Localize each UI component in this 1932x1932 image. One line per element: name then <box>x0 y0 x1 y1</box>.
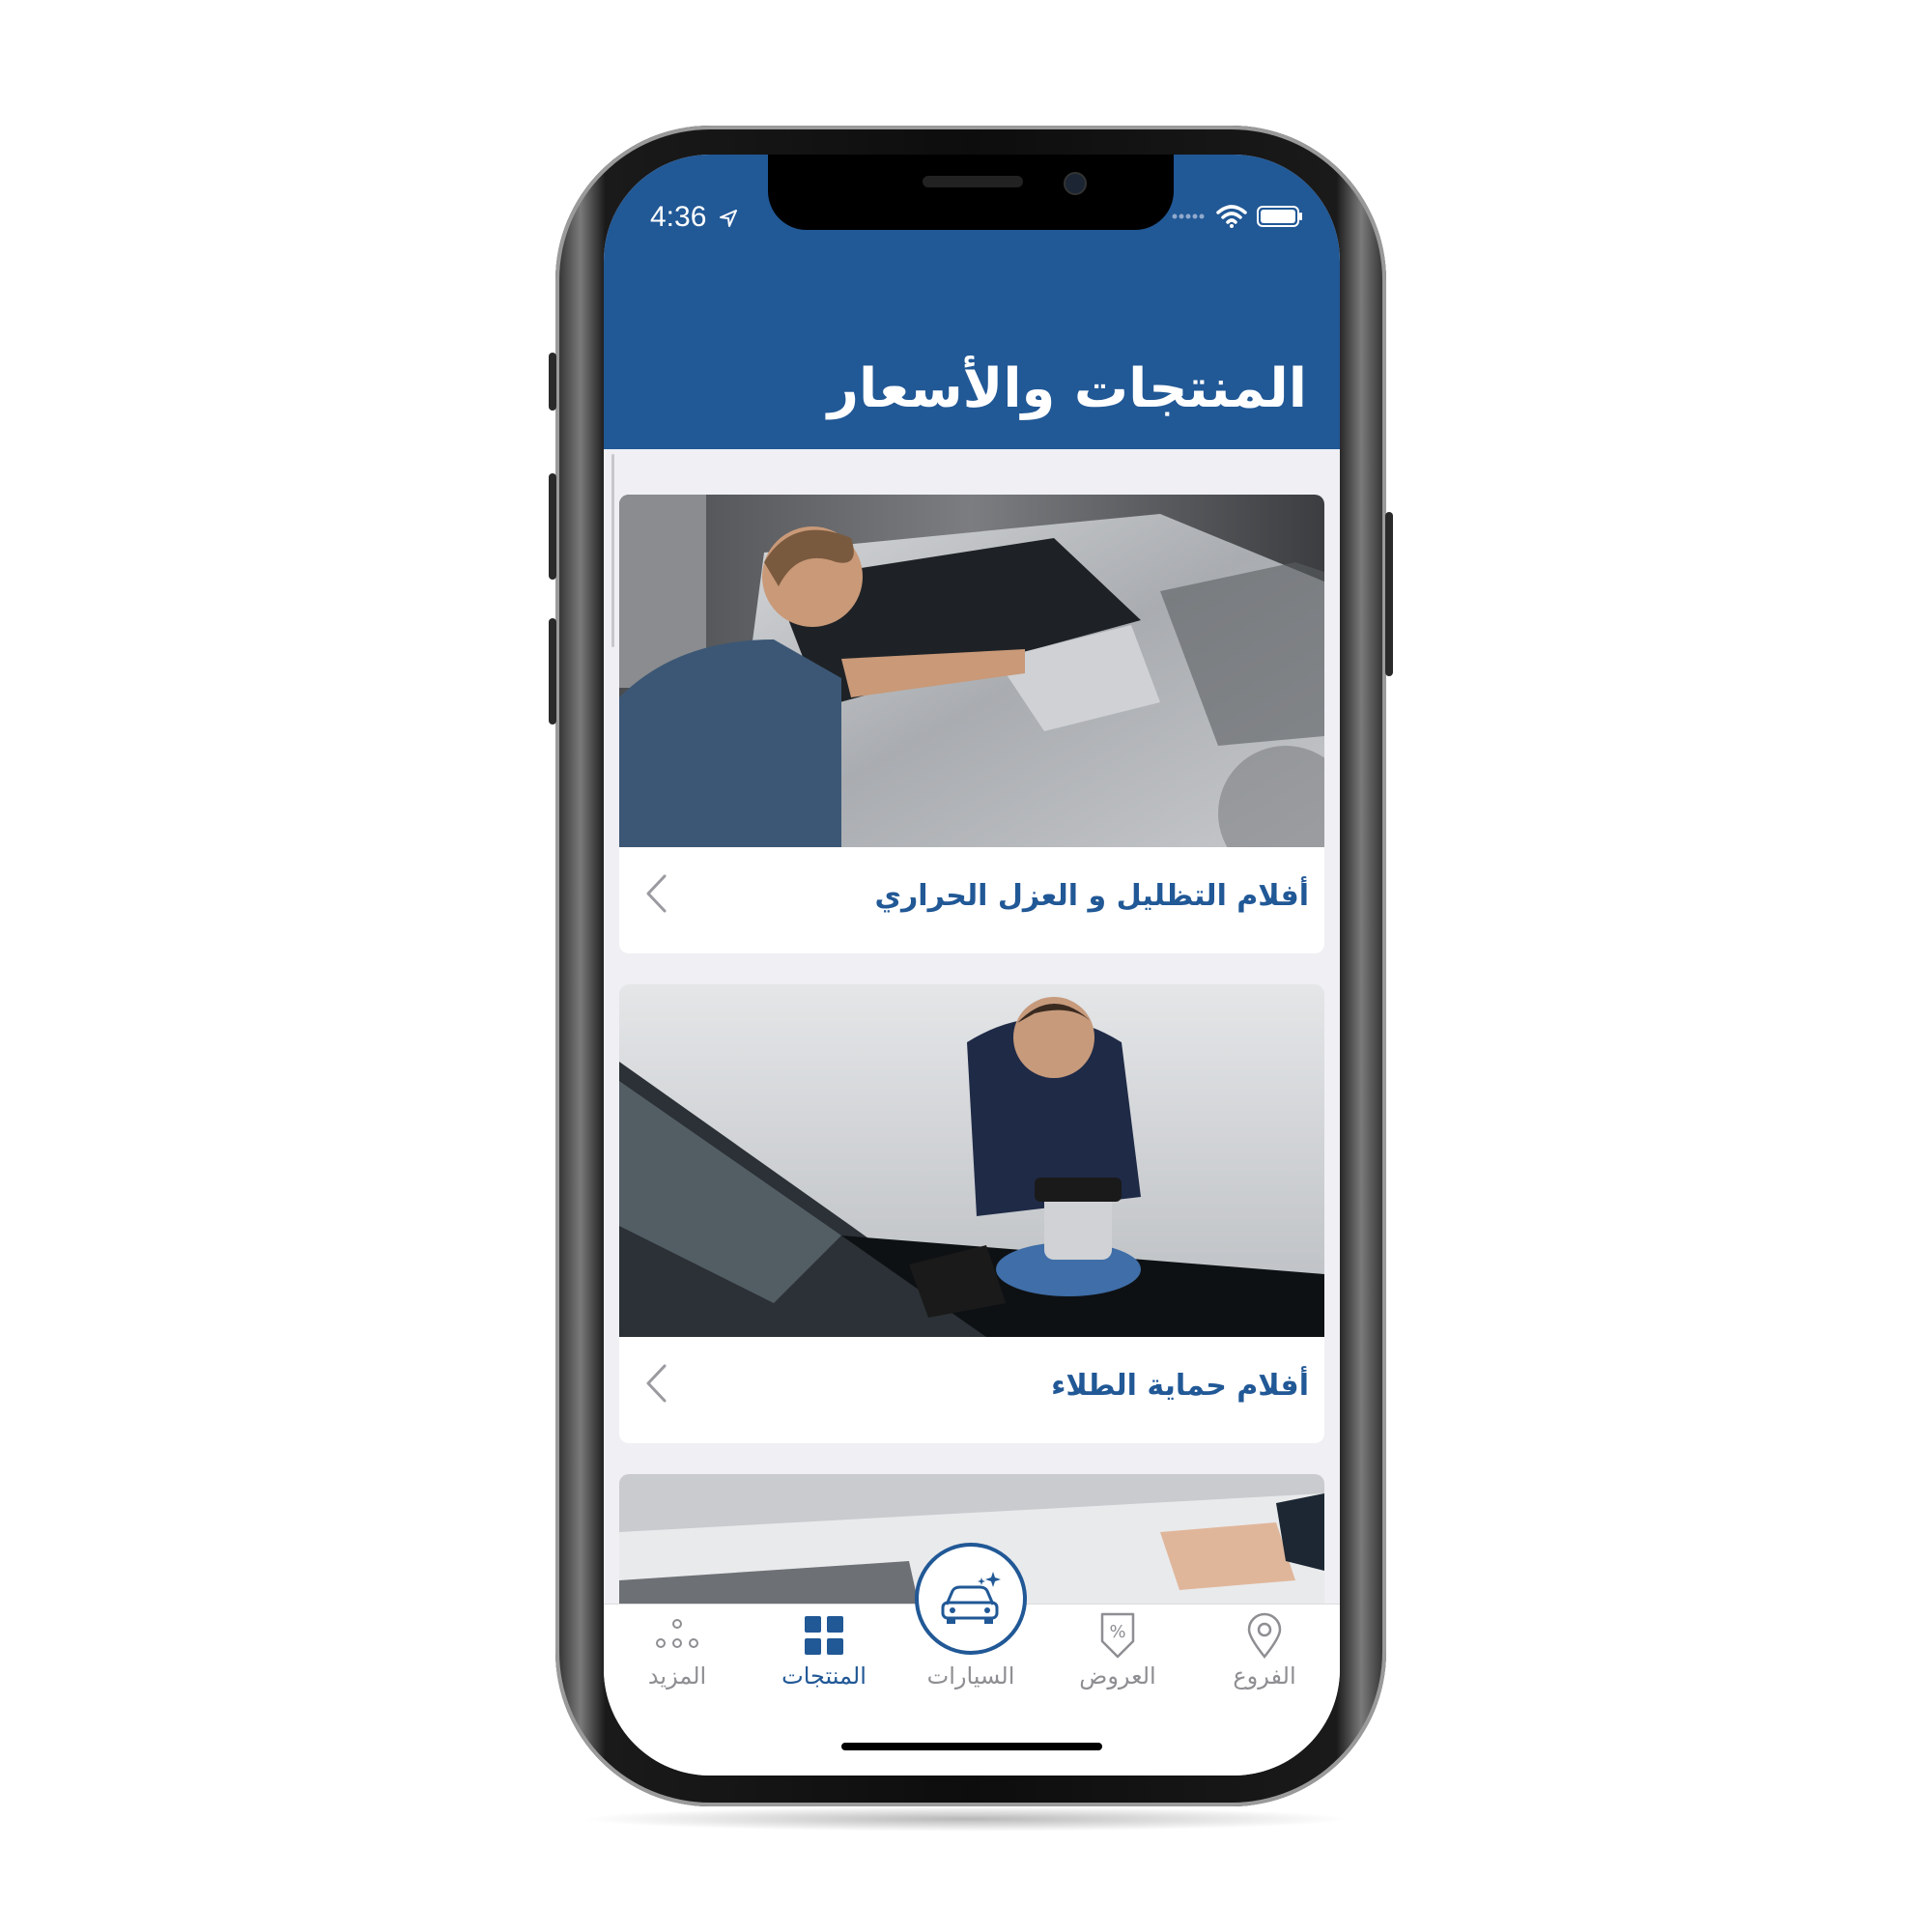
phone-notch <box>768 155 1174 230</box>
status-indicators <box>1172 205 1303 228</box>
status-time: 4:36 <box>650 201 738 234</box>
volume-up-button <box>549 473 556 580</box>
battery-icon <box>1257 206 1302 227</box>
location-arrow-icon <box>719 210 737 228</box>
tab-products-label: المنتجات <box>781 1662 867 1690</box>
wifi-icon <box>1216 205 1247 228</box>
tab-cars[interactable]: السيارات <box>897 1543 1044 1711</box>
card-image-paint-polishing <box>619 984 1324 1337</box>
chevron-left-icon[interactable] <box>644 1363 668 1404</box>
phone-shadow <box>580 1806 1352 1832</box>
mute-switch <box>549 353 556 411</box>
volume-down-button <box>549 618 556 724</box>
tab-more[interactable]: المزيد <box>604 1605 751 1711</box>
tab-offers-label: العروض <box>1079 1662 1156 1690</box>
tab-branches[interactable]: الفروع <box>1191 1605 1338 1711</box>
tab-products[interactable]: المنتجات <box>751 1605 897 1711</box>
grid-icon <box>805 1616 843 1655</box>
tab-offers[interactable]: % العروض <box>1044 1605 1191 1711</box>
page-title: المنتجات والأسعار <box>827 357 1307 420</box>
cars-circle-button[interactable] <box>915 1543 1027 1655</box>
scroll-indicator <box>611 454 614 647</box>
more-dots-icon <box>656 1619 698 1648</box>
status-time-text: 4:36 <box>650 201 707 233</box>
home-indicator[interactable] <box>841 1743 1102 1750</box>
signal-dots-icon <box>1172 213 1205 219</box>
power-button <box>1385 512 1393 676</box>
svg-text:%: % <box>1109 1622 1125 1642</box>
tab-branches-label: الفروع <box>1233 1662 1296 1690</box>
card-title-paint-protection: أفلام حماية الطلاء <box>1051 1369 1309 1403</box>
car-sparkle-icon <box>941 1572 1001 1624</box>
card-image-tint-installation <box>619 495 1324 847</box>
app-screen: 4:36 المنتجات والأسعار أفلام التظليل و ا… <box>604 155 1340 1776</box>
chevron-left-icon[interactable] <box>644 873 668 914</box>
product-card-tint-films[interactable]: أفلام التظليل و العزل الحراري <box>619 495 1324 953</box>
map-pin-icon <box>1247 1612 1282 1659</box>
tab-more-label: المزيد <box>647 1662 707 1690</box>
product-card-paint-protection[interactable]: أفلام حماية الطلاء <box>619 984 1324 1443</box>
card-title-tint-films: أفلام التظليل و العزل الحراري <box>874 879 1309 913</box>
tab-cars-label: السيارات <box>926 1662 1015 1690</box>
discount-tag-icon: % <box>1100 1612 1135 1659</box>
